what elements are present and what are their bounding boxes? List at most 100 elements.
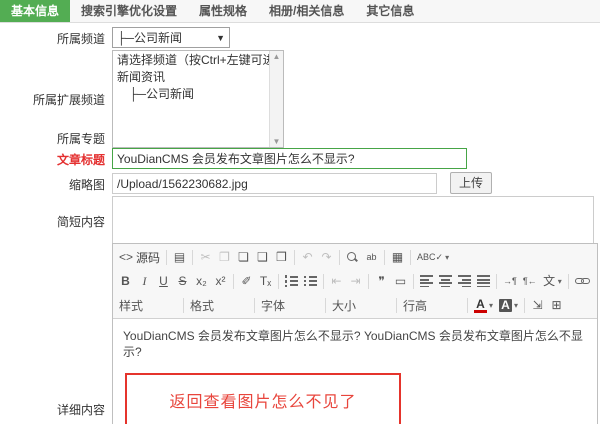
find-button[interactable]: [343, 249, 362, 266]
indent-button[interactable]: ⇥: [346, 272, 365, 290]
remove-format-button[interactable]: Tₓ: [256, 272, 275, 290]
toolbar-separator: [413, 274, 414, 289]
ext-channel-multiselect[interactable]: 请选择频道（按Ctrl+左键可进行多选）新闻资讯 ├─公司新闻 ▲ ▼: [112, 50, 284, 148]
copy-button[interactable]: ❐: [215, 248, 234, 266]
chevron-down-icon: ▾: [445, 253, 449, 262]
ext-channel-option-0[interactable]: 请选择频道（按Ctrl+左键可进行多选）: [113, 52, 269, 69]
thumbnail-path-input[interactable]: [112, 173, 437, 194]
lineheight-combo[interactable]: 行高: [400, 295, 464, 316]
italic-icon: I: [138, 274, 151, 288]
language-icon: 文: [543, 274, 556, 288]
tab-4[interactable]: 其它信息: [355, 0, 425, 22]
cut-button[interactable]: ✂: [196, 248, 215, 266]
align-center-button[interactable]: [436, 273, 455, 289]
show-blocks-icon: ⊞: [550, 298, 563, 312]
chevron-down-icon: ▼: [216, 33, 225, 43]
scroll-down-icon[interactable]: ▼: [270, 137, 283, 146]
short-content-label: 简短内容: [0, 213, 105, 230]
editor-toolbar: <>源码▤✂❐❏❑❒↶↷ab▦ABC✓▾BIUSx₂x²✐Tₓ⇤⇥❞▭→¶¶←文…: [113, 244, 597, 319]
bg-color-button[interactable]: A▾: [496, 297, 521, 314]
maximize-button[interactable]: ⇲: [528, 296, 547, 314]
tab-2[interactable]: 属性规格: [188, 0, 258, 22]
list-ul-button[interactable]: [301, 273, 320, 289]
undo-button[interactable]: ↶: [298, 248, 317, 266]
underline-button[interactable]: U: [154, 272, 173, 290]
unlink-button[interactable]: [593, 274, 594, 288]
toolbar-separator: [192, 250, 193, 265]
subscript-icon: x₂: [195, 274, 208, 288]
outdent-button[interactable]: ⇤: [327, 272, 346, 290]
title-input[interactable]: [112, 148, 467, 169]
tab-1[interactable]: 搜索引擎优化设置: [70, 0, 188, 22]
align-left-button[interactable]: [417, 273, 436, 289]
format-combo[interactable]: 格式: [187, 295, 251, 316]
tab-0[interactable]: 基本信息: [0, 0, 70, 22]
ext-channel-label: 所属扩展频道: [0, 91, 105, 108]
preview-icon: ▤: [173, 250, 186, 264]
maximize-icon: ⇲: [531, 298, 544, 312]
select-all-button[interactable]: ▦: [388, 248, 407, 266]
detail-content-label: 详细内容: [0, 401, 105, 418]
spellcheck-icon: ABC✓: [417, 250, 443, 264]
paste-button[interactable]: ❏: [234, 248, 253, 266]
editor-paragraph: YouDianCMS 会员发布文章图片怎么不显示? YouDianCMS 会员发…: [123, 328, 587, 360]
size-combo[interactable]: 大小: [329, 295, 393, 316]
short-content-textarea[interactable]: [112, 196, 594, 244]
strike-button[interactable]: S: [173, 272, 192, 290]
find-icon: [346, 251, 359, 264]
ext-channel-option-1[interactable]: 新闻资讯: [113, 69, 269, 86]
styles-combo[interactable]: 样式: [116, 295, 180, 316]
ext-channel-option-2[interactable]: ├─公司新闻: [113, 86, 269, 103]
rich-text-editor: <>源码▤✂❐❏❑❒↶↷ab▦ABC✓▾BIUSx₂x²✐Tₓ⇤⇥❞▭→¶¶←文…: [112, 243, 598, 424]
toolbar-separator: [396, 298, 397, 313]
link-button[interactable]: [572, 274, 593, 288]
toolbar-separator: [496, 274, 497, 289]
editor-content[interactable]: YouDianCMS 会员发布文章图片怎么不显示? YouDianCMS 会员发…: [113, 319, 597, 424]
bidi-ltr-button[interactable]: →¶: [500, 272, 520, 290]
font-combo[interactable]: 字体: [258, 295, 322, 316]
align-center-icon: [439, 275, 452, 287]
preview-button[interactable]: ▤: [170, 248, 189, 266]
tab-bar: 基本信息搜索引擎优化设置属性规格相册/相关信息其它信息: [0, 0, 600, 23]
toolbar-separator: [294, 250, 295, 265]
div-container-button[interactable]: ▭: [391, 272, 410, 290]
bg-color-icon: A: [499, 299, 512, 312]
channel-select[interactable]: ├─公司新闻 ▼: [112, 27, 230, 48]
multiselect-scrollbar[interactable]: ▲ ▼: [269, 51, 283, 147]
source-button[interactable]: <>源码: [116, 247, 163, 268]
show-blocks-button[interactable]: ⊞: [547, 296, 566, 314]
italic-button[interactable]: I: [135, 272, 154, 290]
subscript-button[interactable]: x₂: [192, 272, 211, 290]
toolbar-separator: [410, 250, 411, 265]
align-justify-icon: [477, 275, 490, 287]
paste-text-button[interactable]: ❑: [253, 248, 272, 266]
format-painter-button[interactable]: ✐: [237, 272, 256, 290]
upload-button[interactable]: 上传: [450, 172, 492, 194]
bidi-rtl-button[interactable]: ¶←: [520, 272, 540, 290]
align-right-button[interactable]: [455, 273, 474, 289]
paste-word-button[interactable]: ❒: [272, 248, 291, 266]
title-label: 文章标题: [0, 151, 105, 168]
align-justify-button[interactable]: [474, 273, 493, 289]
replace-button[interactable]: ab: [362, 248, 381, 266]
superscript-button[interactable]: x²: [211, 272, 230, 290]
language-button[interactable]: 文▾: [540, 272, 565, 290]
toolbar-separator: [524, 298, 525, 313]
list-ol-button[interactable]: [282, 273, 301, 289]
align-right-icon: [458, 275, 471, 287]
spellcheck-button[interactable]: ABC✓▾: [414, 248, 452, 266]
scroll-up-icon[interactable]: ▲: [270, 52, 283, 61]
indent-icon: ⇥: [349, 274, 362, 288]
toolbar-separator: [254, 298, 255, 313]
chevron-down-icon: ▾: [514, 301, 518, 310]
source-icon: <>: [119, 250, 133, 264]
redo-button[interactable]: ↷: [317, 248, 336, 266]
bold-button[interactable]: B: [116, 272, 135, 290]
text-color-button[interactable]: A▾: [471, 296, 496, 315]
paste-word-icon: ❒: [275, 250, 288, 264]
remove-format-icon: Tₓ: [259, 274, 272, 288]
list-ol-icon: [285, 275, 298, 287]
text-color-icon: A: [474, 298, 487, 313]
tab-3[interactable]: 相册/相关信息: [258, 0, 355, 22]
blockquote-button[interactable]: ❞: [372, 272, 391, 290]
